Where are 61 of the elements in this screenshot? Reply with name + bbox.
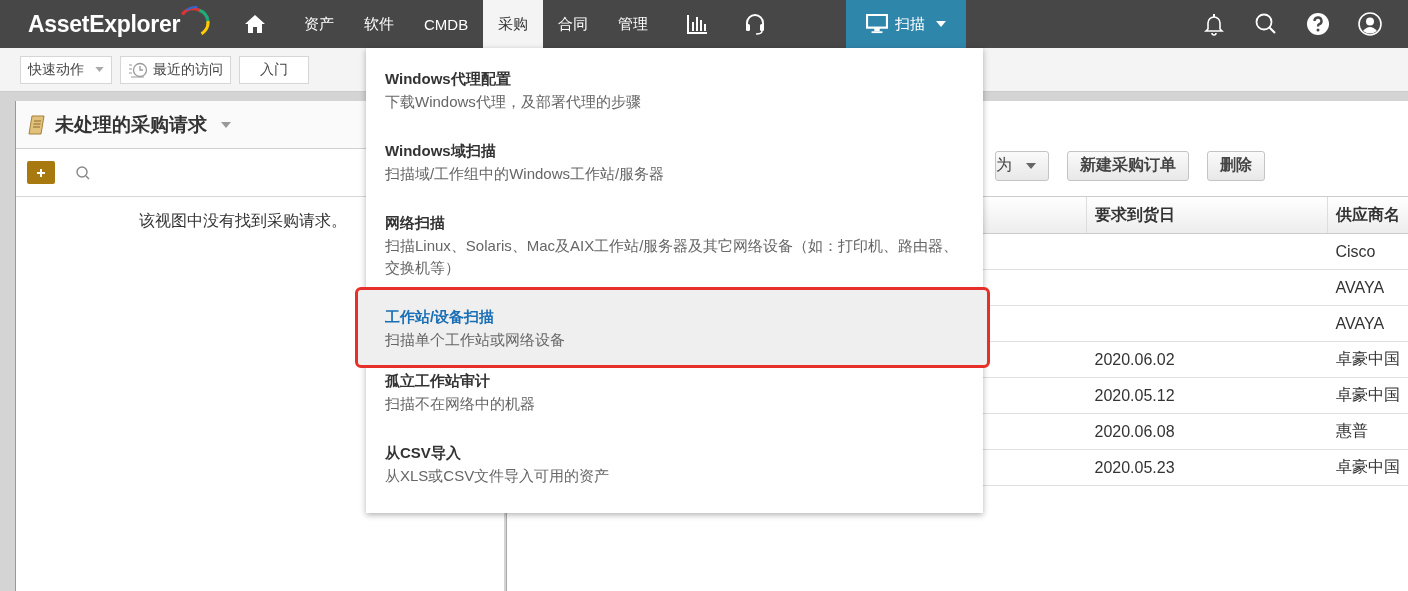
nav-tab[interactable]: CMDB xyxy=(409,0,484,48)
bell-icon[interactable] xyxy=(1202,12,1226,36)
toolbar-button[interactable]: 新建采购订单 xyxy=(1067,150,1189,181)
menu-item-title: 工作站/设备扫描 xyxy=(385,308,496,325)
user-icon[interactable] xyxy=(1358,12,1382,36)
table-cell: 2020.05.23 xyxy=(1086,449,1328,486)
app-logo[interactable]: AssetExplorer xyxy=(28,0,213,48)
quick-actions-dropdown[interactable]: 快速动作 xyxy=(20,55,112,84)
nav-tab[interactable]: 管理 xyxy=(603,0,664,48)
menu-item[interactable]: Windows域扫描 扫描域/工作组中的Windows工作站/服务器 xyxy=(366,138,983,193)
help-icon[interactable] xyxy=(1306,12,1330,36)
menu-item-title: Windows域扫描 xyxy=(385,142,497,159)
menu-item-title: Windows代理配置 xyxy=(385,70,512,87)
table-cell: AVAYA xyxy=(1327,269,1408,306)
menu-item-description: 下载Windows代理，及部署代理的步骤 xyxy=(385,92,642,112)
menu-item-title: 孤立工作站审计 xyxy=(385,372,491,389)
caret-icon[interactable] xyxy=(221,121,231,128)
table-cell: 卓豪中国 xyxy=(1327,449,1408,486)
nav-tab[interactable]: 资产 xyxy=(289,0,349,48)
search-icon[interactable] xyxy=(1254,12,1278,36)
menu-item-description: 从XLS或CSV文件导入可用的资产 xyxy=(385,466,611,486)
getting-started-button[interactable]: 入门 xyxy=(239,55,309,84)
menu-item-description: 扫描不在网络中的机器 xyxy=(385,394,536,414)
column-header[interactable]: 供应商名 xyxy=(1327,197,1408,234)
menu-item-description: 扫描单个工作站或网络设备 xyxy=(385,330,566,350)
scan-menu-button[interactable]: 扫描 xyxy=(846,0,967,48)
menu-item-title: 网络扫描 xyxy=(385,214,446,231)
nav-tab[interactable]: 合同 xyxy=(543,0,604,48)
menu-item-title: 从CSV导入 xyxy=(385,444,462,461)
caret-icon xyxy=(1026,162,1036,169)
table-cell: 2020.06.08 xyxy=(1086,413,1328,450)
menu-item[interactable]: Windows代理配置 下载Windows代理，及部署代理的步骤 xyxy=(366,66,983,121)
menu-item[interactable]: 孤立工作站审计 扫描不在网络中的机器 xyxy=(366,368,983,423)
menu-item[interactable]: 从CSV导入 从XLS或CSV文件导入可用的资产 xyxy=(366,440,983,495)
table-cell: 卓豪中国 xyxy=(1327,341,1408,378)
table-cell: 卓豪中国 xyxy=(1327,377,1408,414)
menu-item-description: 扫描Linux、Solaris、Mac及AIX工作站/服务器及其它网络设备（如：打印机、路由器、交换机等） xyxy=(385,236,960,278)
nav-tab[interactable]: 采购 xyxy=(483,0,544,48)
menu-item[interactable]: 网络扫描 扫描Linux、Solaris、Mac及AIX工作站/服务器及其它网络设备（如：打印机、路由器、交换机等） xyxy=(366,210,983,287)
toolbar-button[interactable]: 删除 xyxy=(1207,150,1265,181)
column-header[interactable]: 要求到货日 xyxy=(1086,197,1328,234)
export-dropdown[interactable]: 为 xyxy=(995,150,1049,181)
table-cell: 惠普 xyxy=(1327,413,1408,450)
recent-visits-button[interactable]: 最近的访问 xyxy=(120,55,231,84)
scroll-icon xyxy=(27,113,47,136)
menu-item-description: 扫描域/工作组中的Windows工作站/服务器 xyxy=(385,164,666,184)
caret-icon xyxy=(936,21,947,27)
plus-icon xyxy=(36,167,46,178)
monitor-icon xyxy=(866,14,889,34)
caret-icon xyxy=(95,67,104,72)
add-button[interactable] xyxy=(27,161,55,184)
panel-title[interactable]: 未处理的采购请求 xyxy=(55,111,207,138)
empty-message: 该视图中没有找到采购请求。 xyxy=(139,212,347,229)
home-icon[interactable] xyxy=(243,12,267,36)
menu-item[interactable]: 工作站/设备扫描 扫描单个工作站或网络设备 xyxy=(358,290,987,365)
table-cell: 2020.06.02 xyxy=(1086,341,1328,378)
bar-chart-icon[interactable] xyxy=(685,12,710,36)
table-cell: AVAYA xyxy=(1327,305,1408,342)
table-cell: 2020.05.12 xyxy=(1086,377,1328,414)
nav-tab[interactable]: 软件 xyxy=(349,0,409,48)
table-cell: Cisco xyxy=(1327,233,1408,270)
